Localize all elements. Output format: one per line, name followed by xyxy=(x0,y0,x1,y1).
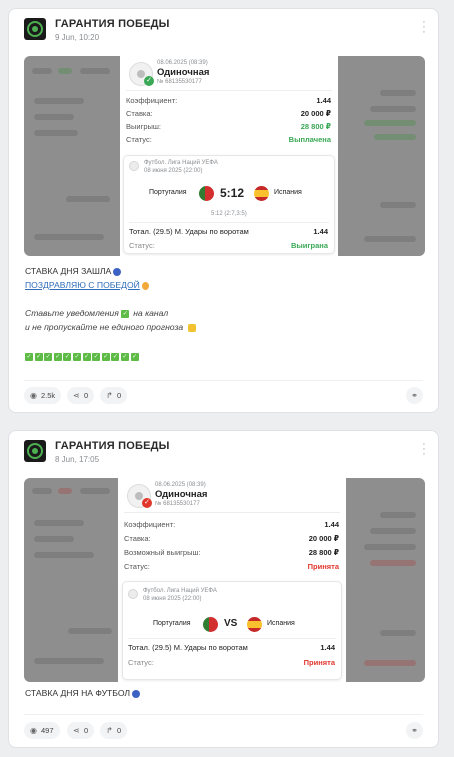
repost-icon: ↱ xyxy=(106,726,113,735)
post-text-line: и не пропускайте не единого прогноза xyxy=(25,322,196,332)
event-status: Выиграна xyxy=(290,241,328,250)
row-label: Коэффициент: xyxy=(124,520,176,529)
share-icon: ⋖ xyxy=(73,391,80,400)
share-button[interactable]: ⋖ 0 xyxy=(67,722,95,739)
bell-emoji-icon xyxy=(187,323,196,332)
event-status: Принята xyxy=(303,658,335,667)
away-team: Испания xyxy=(274,189,302,196)
check-badge-icon: ✓ xyxy=(144,76,154,86)
event-vs: VS xyxy=(224,618,238,629)
event-odds: 1.44 xyxy=(320,643,335,652)
event-market: Тотал. (29.5) М. Удары по воротам xyxy=(128,643,248,652)
link-icon[interactable]: ⚭ xyxy=(406,387,423,404)
event-status-label: Статус: xyxy=(128,658,154,667)
slip-datetime: 08.06.2025 (08:39) xyxy=(157,60,208,66)
event-card: Футбол. Лига Наций УЕФА 08 июня 2025 (22… xyxy=(122,581,342,680)
bet-slip-image[interactable]: ✓ 08.06.2025 (08:39) Одиночная № 6813553… xyxy=(24,478,425,682)
share-icon: ⋖ xyxy=(73,726,80,735)
post-footer: ◉ 497 ⋖ 0 ↱ 0 ⚭ xyxy=(24,722,423,740)
row-label: Ставка: xyxy=(124,534,151,543)
post-text-line: Ставьте уведомления ✓ на канал xyxy=(25,308,169,318)
slip-number: № 68135530177 xyxy=(155,501,200,507)
party-popper-icon xyxy=(141,281,149,290)
row-label: Выигрыш: xyxy=(126,122,161,131)
check-badge-icon: ✓ xyxy=(142,498,152,508)
event-status-label: Статус: xyxy=(129,241,155,250)
repost-button[interactable]: ↱ 0 xyxy=(100,387,128,404)
views-counter[interactable]: ◉ 497 xyxy=(24,722,60,739)
row-value: 1.44 xyxy=(324,520,339,529)
row-value: 1.44 xyxy=(316,96,331,105)
slip-number: № 68135530177 xyxy=(157,79,202,85)
event-league: Футбол. Лига Наций УЕФА xyxy=(144,160,218,166)
away-team: Испания xyxy=(267,620,295,627)
spain-flag-icon xyxy=(254,186,269,201)
post-date: 8 Jun, 17:05 xyxy=(55,455,100,464)
eye-icon: ◉ xyxy=(30,726,37,735)
check-emoji-row: ✓ ✓ ✓ ✓ ✓ ✓ ✓ ✓ ✓ ✓ ✓ ✓ xyxy=(25,352,139,361)
row-value-status: Принята xyxy=(307,562,339,571)
portugal-flag-icon xyxy=(203,617,218,632)
event-card: Футбол. Лига Наций УЕФА 08 июня 2025 (22… xyxy=(123,155,335,254)
channel-avatar[interactable] xyxy=(24,18,46,40)
home-team: Португалия xyxy=(153,620,191,627)
event-odds: 1.44 xyxy=(313,227,328,236)
post-header: ГАРАНТИЯ ПОБЕДЫ 9 Jun, 10:20 · · · xyxy=(24,17,430,42)
row-value: 20 000 ₽ xyxy=(308,534,339,543)
event-market: Тотал. (29.5) М. Удары по воротам xyxy=(129,227,249,236)
portugal-flag-icon xyxy=(199,186,214,201)
post-text-line: СТАВКА ДНЯ НА ФУТБОЛ xyxy=(25,688,141,698)
ball-icon xyxy=(128,589,138,599)
slip-type: Одиночная xyxy=(155,489,208,500)
ball-icon xyxy=(129,161,139,171)
post-text-link[interactable]: ПОЗДРАВЛЯЮ С ПОБЕДОЙ xyxy=(25,280,149,290)
views-counter[interactable]: ◉ 2.5k xyxy=(24,387,62,404)
row-label: Ставка: xyxy=(126,109,153,118)
slip-type: Одиночная xyxy=(157,67,210,78)
check-emoji-icon: ✓ xyxy=(121,309,130,318)
repost-button[interactable]: ↱ 0 xyxy=(100,722,128,739)
post-text-line: СТАВКА ДНЯ ЗАШЛА xyxy=(25,266,122,276)
post-card: ГАРАНТИЯ ПОБЕДЫ 9 Jun, 10:20 · · · ✓ 08.06… xyxy=(8,8,439,413)
event-subscore: 5:12 (2:7,3:5) xyxy=(211,211,247,217)
post-header: ГАРАНТИЯ ПОБЕДЫ 8 Jun, 17:05 · · · xyxy=(24,439,430,464)
more-vertical-icon[interactable]: · · · xyxy=(418,17,430,38)
event-league: Футбол. Лига Наций УЕФА xyxy=(143,588,217,594)
row-value: 28 800 ₽ xyxy=(308,548,339,557)
eye-icon: ◉ xyxy=(30,391,37,400)
repost-icon: ↱ xyxy=(106,391,113,400)
row-value-status: Выплачена xyxy=(288,135,331,144)
home-team: Португалия xyxy=(149,189,187,196)
globe-emoji-icon xyxy=(113,267,122,276)
link-icon[interactable]: ⚭ xyxy=(406,722,423,739)
post-footer: ◉ 2.5k ⋖ 0 ↱ 0 ⚭ xyxy=(24,387,423,405)
event-score: 5:12 xyxy=(220,186,245,200)
bet-slip: ✓ 08.06.2025 (08:39) Одиночная № 6813553… xyxy=(118,478,346,682)
globe-emoji-icon xyxy=(132,689,141,698)
event-date: 08 июня 2025 (22:00) xyxy=(144,168,203,174)
post-card: ГАРАНТИЯ ПОБЕДЫ 8 Jun, 17:05 · · · ✓ 08.06… xyxy=(8,430,439,748)
post-date: 9 Jun, 10:20 xyxy=(55,33,100,42)
row-label: Возможный выигрыш: xyxy=(124,548,201,557)
channel-name[interactable]: ГАРАНТИЯ ПОБЕДЫ xyxy=(55,440,170,452)
bet-slip: ✓ 08.06.2025 (08:39) Одиночная № 6813553… xyxy=(120,56,338,256)
bet-slip-image[interactable]: ✓ 08.06.2025 (08:39) Одиночная № 6813553… xyxy=(24,56,425,256)
more-vertical-icon[interactable]: · · · xyxy=(418,439,430,460)
channel-name[interactable]: ГАРАНТИЯ ПОБЕДЫ xyxy=(55,18,170,30)
channel-avatar[interactable] xyxy=(24,440,46,462)
event-date: 08 июня 2025 (22:00) xyxy=(143,596,202,602)
row-value: 20 000 ₽ xyxy=(300,109,331,118)
slip-datetime: 08.06.2025 (08:39) xyxy=(155,482,206,488)
row-label: Статус: xyxy=(124,562,150,571)
row-label: Коэффициент: xyxy=(126,96,178,105)
share-button[interactable]: ⋖ 0 xyxy=(67,387,95,404)
row-value-win: 28 800 ₽ xyxy=(300,122,331,131)
row-label: Статус: xyxy=(126,135,152,144)
spain-flag-icon xyxy=(247,617,262,632)
